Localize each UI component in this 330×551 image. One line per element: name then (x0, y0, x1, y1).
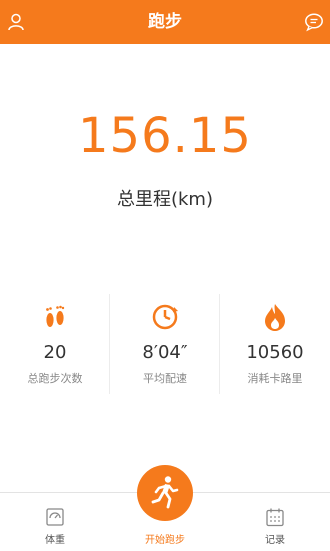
message-icon[interactable] (304, 12, 324, 32)
stat-avg-pace: 8′04″ 平均配速 (110, 290, 220, 400)
app-header: 跑步 (0, 0, 330, 44)
run-count-value: 20 (43, 342, 67, 363)
tab-records[interactable]: 记录 (220, 493, 330, 551)
avg-pace-label: 平均配速 (143, 372, 187, 385)
run-count-label: 总跑步次数 (27, 372, 83, 385)
tab-records-label: 记录 (265, 535, 285, 546)
flame-icon (260, 302, 290, 332)
stat-run-count: 20 总跑步次数 (0, 290, 110, 400)
stats-row: 20 总跑步次数 8′04″ 平均配速 10560 消耗卡路里 (0, 290, 330, 400)
calories-value: 10560 (246, 342, 304, 363)
scale-icon (45, 507, 65, 527)
footprints-icon (40, 302, 70, 332)
timer-icon (150, 302, 180, 332)
tab-start-run-label: 开始跑步 (145, 535, 185, 546)
total-distance: 156.15 (78, 108, 252, 164)
start-run-button[interactable] (137, 465, 193, 521)
page-title: 跑步 (148, 12, 182, 32)
tab-weight[interactable]: 体重 (0, 493, 110, 551)
tab-weight-label: 体重 (45, 535, 65, 546)
total-distance-label: 总里程(km) (116, 189, 213, 210)
runner-icon (151, 476, 179, 509)
calendar-icon (265, 507, 285, 527)
avg-pace-value: 8′04″ (142, 342, 188, 363)
calories-label: 消耗卡路里 (247, 372, 303, 385)
stat-calories: 10560 消耗卡路里 (220, 290, 330, 400)
